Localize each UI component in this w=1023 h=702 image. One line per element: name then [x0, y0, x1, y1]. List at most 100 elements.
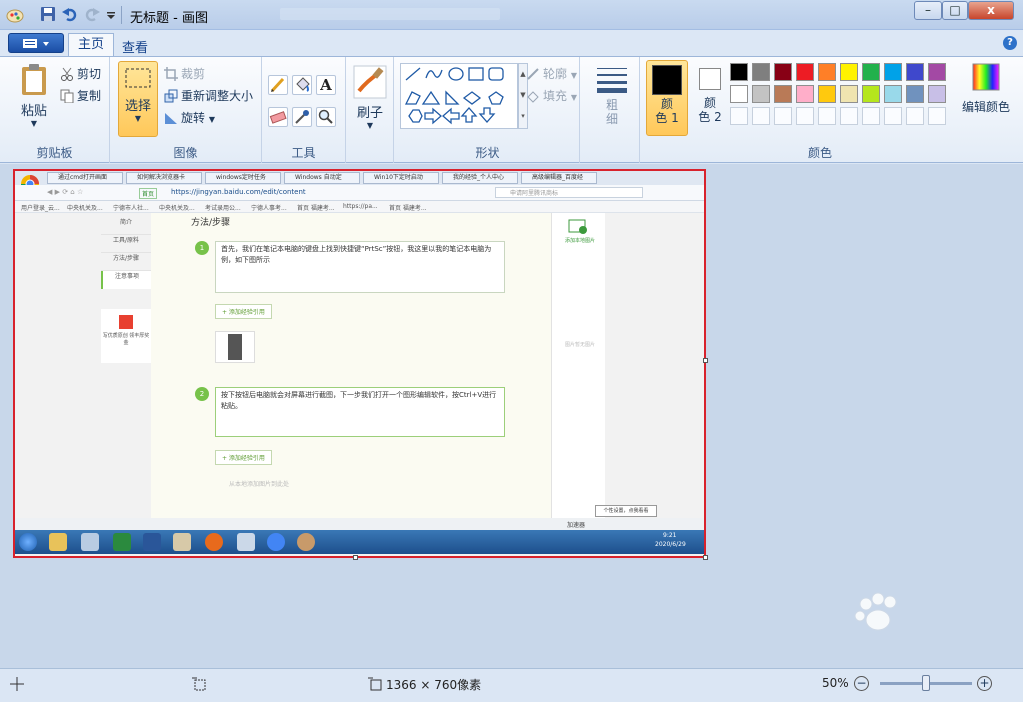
customize-quick-access-icon[interactable] — [106, 10, 116, 28]
rotate-dropdown-icon[interactable]: ▼ — [209, 115, 215, 124]
color2-label: 颜 色 2 — [698, 96, 722, 124]
palette-color-swatch[interactable] — [928, 63, 946, 81]
palette-color-swatch[interactable] — [840, 63, 858, 81]
eraser-icon[interactable] — [268, 107, 288, 127]
zoom-out-button[interactable]: − — [854, 676, 869, 691]
line-width-icon — [597, 68, 627, 93]
undo-icon[interactable] — [62, 6, 78, 24]
color1-button[interactable]: 颜 色 1 — [646, 60, 688, 136]
resize-button[interactable]: 重新调整大小 — [164, 87, 253, 104]
pasted-browser-status: 加速器 — [15, 518, 704, 530]
tools-group: A 工具 — [262, 57, 346, 163]
palette-color-swatch[interactable] — [730, 107, 748, 125]
copy-button[interactable]: 复制 — [60, 87, 101, 104]
palette-color-swatch[interactable] — [796, 85, 814, 103]
fill-bucket-icon[interactable] — [292, 75, 312, 95]
palette-color-swatch[interactable] — [730, 63, 748, 81]
pasted-browser-tab: Win10下定时启动 — [363, 172, 439, 184]
pasted-browser-tabbar: 通过cmd打开画面 如何解决浏览器卡 windows定时任务 Windows 自动定 W… — [15, 171, 704, 193]
zoom-in-button[interactable]: + — [977, 676, 992, 691]
palette-color-swatch[interactable] — [862, 63, 880, 81]
palette-color-swatch[interactable] — [906, 107, 924, 125]
window-title: 无标题 - 画图 — [130, 11, 208, 26]
crop-icon — [164, 67, 178, 81]
maximize-button[interactable]: □ — [942, 1, 968, 20]
crop-label: 裁剪 — [181, 67, 206, 81]
pasted-step2-text: 按下按钮后电脑就会对屏幕进行截图，下一步我们打开一个图形编辑软件，按Ctrl+V… — [215, 387, 505, 437]
size-button[interactable]: 粗 细 — [592, 65, 632, 135]
save-icon[interactable] — [40, 6, 56, 24]
palette-color-swatch[interactable] — [906, 63, 924, 81]
pasted-bookmark: 用户登录_云... — [21, 205, 60, 212]
pasted-add-reference-1: + 添加经验引用 — [215, 304, 272, 319]
minimize-button[interactable]: – — [914, 1, 942, 20]
palette-color-swatch[interactable] — [818, 63, 836, 81]
text-tool-icon[interactable]: A — [316, 75, 336, 95]
tab-home[interactable]: 主页 — [68, 33, 114, 57]
pasted-bookmark: 中央机关及... — [159, 205, 195, 212]
clipboard-group: 粘贴 ▼ 剪切 复制 剪贴板 — [0, 57, 110, 163]
palette-color-swatch[interactable] — [884, 85, 902, 103]
color2-button[interactable]: 颜 色 2 — [694, 60, 726, 136]
outline-button[interactable]: 轮廓 ▼ — [526, 65, 577, 82]
canvas-resize-handle-corner[interactable] — [703, 555, 708, 560]
pasted-windows-taskbar: 9:21 2020/6/29 — [15, 530, 704, 554]
zoom-slider[interactable] — [880, 675, 972, 691]
crop-button[interactable]: 裁剪 — [164, 65, 205, 82]
redo-icon[interactable] — [84, 6, 100, 24]
palette-color-swatch[interactable] — [840, 107, 858, 125]
palette-color-swatch[interactable] — [862, 107, 880, 125]
palette-color-swatch[interactable] — [774, 85, 792, 103]
palette-color-swatch[interactable] — [774, 63, 792, 81]
canvas-resize-handle-bottom[interactable] — [353, 555, 358, 560]
pasted-thumbnail-image — [215, 331, 255, 363]
edit-colors-button[interactable]: 编辑颜色 — [952, 63, 1020, 133]
palette-color-swatch[interactable] — [906, 85, 924, 103]
palette-color-swatch[interactable] — [752, 63, 770, 81]
pencil-icon[interactable] — [268, 75, 288, 95]
resize-icon — [164, 89, 178, 103]
shapes-group: ▲ ▼ ▾ 轮廓 ▼ 填充 ▼ 形状 — [396, 57, 580, 163]
palette-color-swatch[interactable] — [774, 107, 792, 125]
palette-color-swatch[interactable] — [840, 85, 858, 103]
pasted-step1-number: 1 — [195, 241, 209, 255]
close-button[interactable]: x — [968, 1, 1014, 20]
ribbon: 粘贴 ▼ 剪切 复制 剪贴板 选择 ▼ 裁剪 重新调整大小 旋转 ▼ 图像 A … — [0, 56, 1023, 163]
paste-button[interactable]: 粘贴 ▼ — [14, 63, 54, 135]
canvas-resize-handle-right[interactable] — [703, 358, 708, 363]
select-button[interactable]: 选择 ▼ — [118, 61, 158, 137]
paint-menu-button[interactable] — [8, 33, 64, 53]
paint-app-icon[interactable] — [6, 6, 24, 24]
palette-color-swatch[interactable] — [818, 107, 836, 125]
palette-color-swatch[interactable] — [752, 85, 770, 103]
palette-color-swatch[interactable] — [862, 85, 880, 103]
drawing-canvas[interactable]: 通过cmd打开画面 如何解决浏览器卡 windows定时任务 Windows 自动定 W… — [13, 169, 706, 558]
fill-button[interactable]: 填充 ▼ — [526, 87, 577, 104]
rotate-label: 旋转 — [181, 111, 206, 125]
palette-color-swatch[interactable] — [884, 107, 902, 125]
magnifier-icon[interactable] — [316, 107, 336, 127]
tab-view[interactable]: 查看 — [122, 37, 148, 56]
palette-color-swatch[interactable] — [928, 85, 946, 103]
resize-label: 重新调整大小 — [181, 89, 254, 103]
help-icon[interactable]: ? — [1003, 36, 1017, 50]
shapes-gallery[interactable] — [400, 63, 518, 129]
select-dropdown-icon[interactable]: ▼ — [119, 114, 157, 123]
palette-color-swatch[interactable] — [752, 107, 770, 125]
rotate-button[interactable]: 旋转 ▼ — [164, 109, 215, 126]
palette-color-swatch[interactable] — [796, 107, 814, 125]
brushes-button[interactable]: 刷子 ▼ — [350, 65, 390, 135]
brushes-dropdown-icon[interactable]: ▼ — [350, 121, 390, 130]
rectangle-shape-icon — [468, 67, 484, 81]
palette-color-swatch[interactable] — [928, 107, 946, 125]
paste-dropdown-icon[interactable]: ▼ — [14, 119, 54, 128]
color-picker-icon[interactable] — [292, 107, 312, 127]
pasted-firefox-icon — [205, 533, 223, 551]
cut-button[interactable]: 剪切 — [60, 65, 101, 82]
pasted-app-icon — [81, 533, 99, 551]
zoom-slider-thumb[interactable] — [922, 675, 930, 691]
palette-color-swatch[interactable] — [884, 63, 902, 81]
palette-color-swatch[interactable] — [796, 63, 814, 81]
palette-color-swatch[interactable] — [818, 85, 836, 103]
palette-color-swatch[interactable] — [730, 85, 748, 103]
